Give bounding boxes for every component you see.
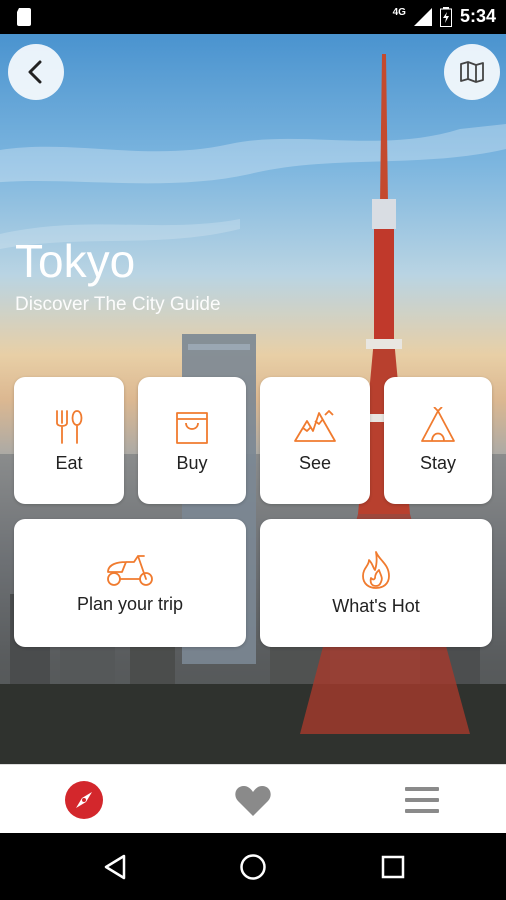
flame-icon <box>362 550 390 589</box>
action-label: What's Hot <box>332 595 420 616</box>
scooter-icon <box>107 554 153 586</box>
chevron-left-icon <box>28 60 42 84</box>
whats-hot-card[interactable]: What's Hot <box>260 519 492 647</box>
category-card-see[interactable]: See <box>260 377 370 504</box>
hero-background: Tokyo Discover The City Guide Eat Buy Se… <box>0 34 506 764</box>
clock: 5:34 <box>459 6 496 26</box>
mountains-icon <box>294 410 336 442</box>
category-card-eat[interactable]: Eat <box>14 377 124 504</box>
plan-trip-card[interactable]: Plan your trip <box>14 519 246 647</box>
square-recents-icon <box>381 855 405 879</box>
status-bar: 4G 5:34 <box>0 0 506 34</box>
signal-icon <box>413 7 432 26</box>
tent-icon <box>421 407 455 442</box>
city-title: Tokyo <box>15 235 136 287</box>
category-label: See <box>298 453 332 473</box>
fork-spoon-icon <box>56 410 83 444</box>
nav-explore[interactable] <box>61 777 107 823</box>
sd-card-icon <box>17 8 31 26</box>
menu-icon <box>405 787 439 813</box>
category-card-buy[interactable]: Buy <box>138 377 246 504</box>
network-type: 4G <box>392 7 406 18</box>
battery-icon <box>439 6 452 27</box>
nav-favorites[interactable] <box>230 777 276 823</box>
triangle-back-icon <box>104 854 126 880</box>
category-label: Stay <box>419 453 457 473</box>
map-button[interactable] <box>444 44 500 100</box>
nav-menu[interactable] <box>399 777 445 823</box>
heart-icon <box>235 786 271 816</box>
city-subtitle: Discover The City Guide <box>15 294 221 315</box>
system-recents-button[interactable] <box>377 851 409 883</box>
bottom-navigation <box>0 764 506 834</box>
map-icon <box>460 61 484 83</box>
category-label: Buy <box>176 453 208 473</box>
system-back-button[interactable] <box>99 851 131 883</box>
compass-icon <box>65 781 103 819</box>
shopping-bag-icon <box>176 412 208 444</box>
circle-home-icon <box>240 854 266 880</box>
action-label: Plan your trip <box>76 593 184 614</box>
category-card-stay[interactable]: Stay <box>384 377 492 504</box>
category-label: Eat <box>55 453 83 473</box>
back-button[interactable] <box>8 44 64 100</box>
system-home-button[interactable] <box>237 851 269 883</box>
system-navigation-bar <box>0 833 506 900</box>
